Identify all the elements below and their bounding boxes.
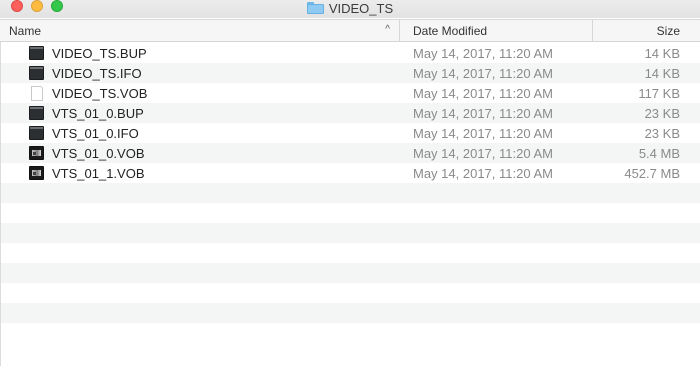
file-name-cell[interactable]: VIDEO_TS.IFO xyxy=(29,63,142,83)
empty-row xyxy=(0,203,700,223)
title-bar[interactable]: VIDEO_TS xyxy=(0,0,700,18)
file-name-cell[interactable]: VTS_01_0.BUP xyxy=(29,103,144,123)
file-date-modified: May 14, 2017, 11:20 AM xyxy=(413,105,553,121)
empty-row xyxy=(0,263,700,283)
video-file-icon xyxy=(29,166,44,180)
file-name-cell[interactable]: VIDEO_TS.BUP xyxy=(29,43,147,63)
empty-row xyxy=(0,223,700,243)
file-name-cell[interactable]: VIDEO_TS.VOB xyxy=(29,83,147,103)
file-name: VTS_01_1.VOB xyxy=(52,165,145,181)
file-size: 23 KB xyxy=(644,105,680,121)
column-header-name[interactable]: Name ^ xyxy=(0,20,400,41)
file-name: VTS_01_0.IFO xyxy=(52,125,139,141)
file-size: 14 KB xyxy=(644,45,680,61)
window-title-text: VIDEO_TS xyxy=(328,0,394,16)
column-header-size[interactable]: Size xyxy=(593,20,700,41)
file-name: VTS_01_0.VOB xyxy=(52,145,145,161)
empty-row xyxy=(0,183,700,203)
executable-file-icon xyxy=(29,46,44,60)
file-name-cell[interactable]: VTS_01_1.VOB xyxy=(29,163,145,183)
file-name-cell[interactable]: VTS_01_0.VOB xyxy=(29,143,145,163)
sort-ascending-icon: ^ xyxy=(385,24,390,35)
empty-row xyxy=(0,303,700,323)
file-name-cell[interactable]: VTS_01_0.IFO xyxy=(29,123,139,143)
file-row[interactable]: VTS_01_1.VOB May 14, 2017, 11:20 AM 452.7 … xyxy=(0,163,700,183)
file-name: VTS_01_0.BUP xyxy=(52,105,144,121)
file-name: VIDEO_TS.IFO xyxy=(52,65,142,81)
column-header-date-label: Date Modified xyxy=(413,23,488,38)
column-header-size-label: Size xyxy=(656,23,680,38)
file-row[interactable]: VTS_01_0.BUP May 14, 2017, 11:20 AM 23 KB xyxy=(0,103,700,123)
executable-file-icon xyxy=(29,66,44,80)
file-name: VIDEO_TS.VOB xyxy=(52,85,148,101)
file-date-modified: May 14, 2017, 11:20 AM xyxy=(413,85,553,101)
file-list: VIDEO_TS.BUP May 14, 2017, 11:20 AM 14 KB V… xyxy=(0,43,700,343)
finder-window: VIDEO_TS Name ^ Date Modified Size VIDEO… xyxy=(0,0,700,366)
executable-file-icon xyxy=(29,126,44,140)
blank-document-icon xyxy=(31,85,43,101)
file-row[interactable]: VIDEO_TS.IFO May 14, 2017, 11:20 AM 14 KB xyxy=(0,63,700,83)
file-date-modified: May 14, 2017, 11:20 AM xyxy=(413,65,553,81)
empty-row xyxy=(0,323,700,343)
file-size: 23 KB xyxy=(644,125,680,141)
column-header: Name ^ Date Modified Size xyxy=(0,19,700,42)
file-date-modified: May 14, 2017, 11:20 AM xyxy=(413,125,553,141)
empty-row xyxy=(0,283,700,303)
file-date-modified: May 14, 2017, 11:20 AM xyxy=(413,165,553,181)
file-row[interactable]: VTS_01_0.IFO May 14, 2017, 11:20 AM 23 KB xyxy=(0,123,700,143)
window-left-edge xyxy=(0,42,1,366)
file-date-modified: May 14, 2017, 11:20 AM xyxy=(413,45,553,61)
video-file-icon xyxy=(29,146,44,160)
file-name: VIDEO_TS.BUP xyxy=(52,45,147,61)
column-header-date-modified[interactable]: Date Modified xyxy=(400,20,593,41)
file-size: 117 KB xyxy=(638,85,680,101)
folder-icon xyxy=(306,2,324,14)
window-title: VIDEO_TS xyxy=(0,0,700,16)
file-size: 5.4 MB xyxy=(638,145,680,161)
file-size: 452.7 MB xyxy=(624,165,680,181)
file-date-modified: May 14, 2017, 11:20 AM xyxy=(413,145,553,161)
file-size: 14 KB xyxy=(644,65,680,81)
column-header-name-label: Name xyxy=(9,23,42,38)
executable-file-icon xyxy=(29,106,44,120)
file-row[interactable]: VIDEO_TS.VOB May 14, 2017, 11:20 AM 117 KB xyxy=(0,83,700,103)
empty-row xyxy=(0,243,700,263)
file-row[interactable]: VTS_01_0.VOB May 14, 2017, 11:20 AM 5.4 MB xyxy=(0,143,700,163)
file-row[interactable]: VIDEO_TS.BUP May 14, 2017, 11:20 AM 14 KB xyxy=(0,43,700,63)
